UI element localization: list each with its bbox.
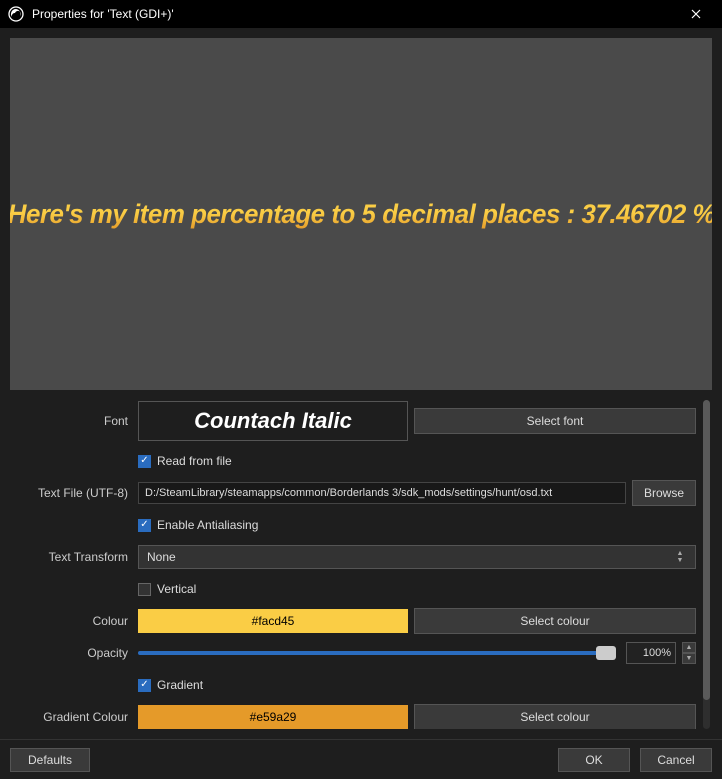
- antialias-checkbox[interactable]: ✓ Enable Antialiasing: [138, 518, 696, 532]
- gradient-checkbox[interactable]: ✓ Gradient: [138, 678, 696, 692]
- select-font-button[interactable]: Select font: [414, 408, 696, 434]
- scrollbar-thumb[interactable]: [703, 400, 710, 700]
- opacity-slider[interactable]: [138, 651, 616, 655]
- select-colour-button[interactable]: Select colour: [414, 608, 696, 634]
- obs-icon: [8, 6, 24, 22]
- opacity-up[interactable]: ▲: [682, 642, 696, 653]
- text-file-input[interactable]: [138, 482, 626, 504]
- close-button[interactable]: [678, 0, 714, 28]
- text-transform-select[interactable]: None ▲▼: [138, 545, 696, 569]
- preview-text: Here's my item percentage to 5 decimal p…: [10, 199, 712, 230]
- checkbox-empty-icon: [138, 583, 151, 596]
- gradient-colour-label: Gradient Colour: [10, 710, 138, 724]
- titlebar[interactable]: Properties for 'Text (GDI+)': [0, 0, 722, 28]
- checkbox-check-icon: ✓: [138, 455, 151, 468]
- slider-thumb[interactable]: [596, 646, 616, 660]
- font-name-display: Countach Italic: [138, 401, 408, 441]
- select-gradient-colour-button[interactable]: Select colour: [414, 704, 696, 729]
- gradient-colour-swatch[interactable]: #e59a29: [138, 705, 408, 729]
- colour-swatch[interactable]: #facd45: [138, 609, 408, 633]
- opacity-value[interactable]: 100%: [626, 642, 676, 664]
- close-icon: [691, 9, 701, 19]
- colour-label: Colour: [10, 614, 138, 628]
- properties-panel: Font Countach Italic Select font ✓ Read …: [10, 400, 712, 729]
- defaults-button[interactable]: Defaults: [10, 748, 90, 772]
- font-label: Font: [10, 414, 138, 428]
- dialog-footer: Defaults OK Cancel: [0, 739, 722, 779]
- browse-button[interactable]: Browse: [632, 480, 696, 506]
- text-preview: Here's my item percentage to 5 decimal p…: [10, 38, 712, 390]
- opacity-down[interactable]: ▼: [682, 653, 696, 664]
- vertical-checkbox[interactable]: Vertical: [138, 582, 696, 596]
- cancel-button[interactable]: Cancel: [640, 748, 712, 772]
- text-file-label: Text File (UTF-8): [10, 486, 138, 500]
- checkbox-check-icon: ✓: [138, 679, 151, 692]
- read-from-file-checkbox[interactable]: ✓ Read from file: [138, 454, 696, 468]
- text-transform-label: Text Transform: [10, 550, 138, 564]
- window-title: Properties for 'Text (GDI+)': [32, 7, 678, 21]
- opacity-label: Opacity: [10, 646, 138, 660]
- properties-dialog: Properties for 'Text (GDI+)' Here's my i…: [0, 0, 722, 779]
- updown-icon: ▲▼: [673, 550, 687, 564]
- ok-button[interactable]: OK: [558, 748, 630, 772]
- checkbox-check-icon: ✓: [138, 519, 151, 532]
